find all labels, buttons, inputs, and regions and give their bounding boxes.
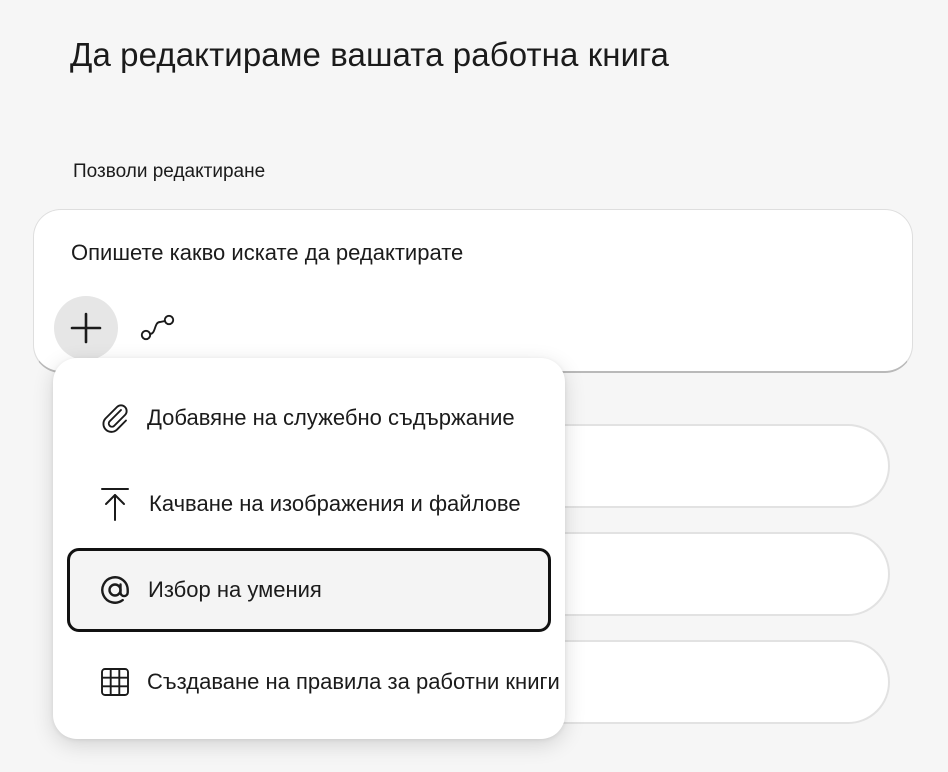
menu-item-upload-files[interactable]: Качване на изображения и файлове bbox=[67, 462, 551, 546]
menu-item-label: Качване на изображения и файлове bbox=[149, 491, 521, 516]
menu-item-create-rules[interactable]: Създаване на правила за работни книги bbox=[67, 640, 560, 724]
page-title: Да редактираме вашата работна книга bbox=[70, 36, 669, 73]
menu-item-label: Избор на умения bbox=[148, 577, 322, 602]
prompt-box bbox=[33, 209, 913, 373]
menu-item-label: Създаване на правила за работни книги bbox=[147, 669, 560, 694]
flow-button[interactable] bbox=[138, 308, 178, 348]
paperclip-icon bbox=[97, 400, 133, 436]
at-sign-icon bbox=[97, 572, 133, 608]
flow-icon bbox=[140, 314, 175, 341]
add-button[interactable] bbox=[54, 296, 118, 360]
menu-item-add-work-content[interactable]: Добавяне на служебно съдържание bbox=[67, 376, 551, 460]
upload-icon bbox=[97, 486, 133, 522]
section-label: Позволи редактиране bbox=[73, 161, 266, 182]
prompt-input[interactable] bbox=[71, 240, 851, 266]
plus-icon bbox=[70, 312, 102, 344]
add-content-menu: Добавяне на служебно съдържание Качване … bbox=[53, 358, 565, 739]
menu-item-label: Добавяне на служебно съдържание bbox=[147, 405, 515, 430]
grid-icon bbox=[97, 664, 133, 700]
menu-item-choose-skills[interactable]: Избор на умения bbox=[67, 548, 551, 632]
